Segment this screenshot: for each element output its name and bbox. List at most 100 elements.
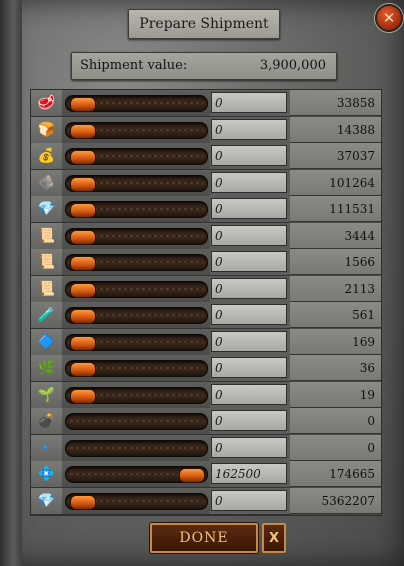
slider-knob[interactable]	[70, 229, 96, 245]
available-amount: 19	[290, 381, 381, 408]
quantity-input[interactable]: 0	[211, 489, 287, 511]
slider-knob[interactable]	[70, 282, 96, 298]
quantity-input-cell: 0	[210, 249, 290, 276]
slider-track[interactable]	[65, 121, 208, 139]
quantity-slider[interactable]	[62, 275, 210, 303]
quantity-input[interactable]: 0	[211, 92, 287, 113]
quantity-input[interactable]: 0	[211, 436, 287, 458]
slider-knob[interactable]	[70, 150, 96, 165]
available-amount: 2113	[290, 275, 381, 302]
slider-knob[interactable]	[70, 494, 96, 510]
quantity-slider[interactable]	[62, 302, 210, 329]
slider-knob[interactable]	[179, 468, 205, 483]
bread-resource-icon: 🍞	[31, 116, 63, 144]
quantity-slider[interactable]	[62, 143, 210, 170]
slider-track[interactable]	[65, 333, 208, 351]
slider-knob[interactable]	[70, 203, 96, 218]
resource-row: 💣 0 0	[31, 408, 381, 435]
shipment-value-plate: Shipment value: 3,900,000	[71, 52, 337, 80]
slider-knob[interactable]	[70, 123, 96, 139]
available-amount: 14388	[290, 116, 381, 143]
quantity-slider[interactable]	[62, 381, 210, 409]
quantity-slider[interactable]	[62, 169, 210, 197]
potion-resource-icon: 🧪	[31, 302, 63, 329]
quantity-input[interactable]: 162500	[211, 463, 287, 484]
slider-track[interactable]	[65, 280, 208, 298]
resource-row: 📜 0 1566	[31, 249, 381, 276]
quantity-input[interactable]: 0	[211, 171, 287, 193]
quantity-input[interactable]: 0	[211, 251, 287, 272]
slider-track[interactable]	[65, 174, 208, 192]
quantity-slider[interactable]	[62, 90, 210, 117]
quantity-slider[interactable]	[62, 487, 210, 515]
slider-track[interactable]	[65, 360, 208, 377]
slider-track[interactable]	[65, 148, 208, 165]
slider-track[interactable]	[65, 254, 208, 271]
quantity-input[interactable]: 0	[211, 277, 287, 299]
quantity-input[interactable]: 0	[211, 383, 287, 405]
slider-track[interactable]	[65, 466, 208, 483]
quantity-slider[interactable]	[62, 328, 210, 356]
cancel-button[interactable]: X	[262, 523, 286, 553]
quantity-input[interactable]: 0	[211, 357, 287, 378]
quantity-slider[interactable]	[62, 222, 210, 250]
slider-knob[interactable]	[70, 388, 96, 404]
slider-knob[interactable]	[70, 97, 96, 112]
quantity-input[interactable]: 0	[211, 330, 287, 352]
quantity-input[interactable]: 0	[211, 304, 287, 325]
quantity-input[interactable]: 0	[211, 224, 287, 246]
quantity-input-cell: 0	[210, 222, 290, 250]
resource-row: 💎 0 5362207	[31, 487, 381, 515]
gold-resource-icon: 💰	[31, 143, 63, 170]
done-button[interactable]: DONE	[150, 523, 258, 553]
quantity-slider[interactable]	[62, 355, 210, 382]
slider-track[interactable]	[65, 439, 208, 457]
available-amount: 0	[290, 434, 381, 461]
slider-track[interactable]	[65, 386, 208, 404]
blue-crystal-resource-icon: 🔷	[31, 328, 63, 356]
slider-knob[interactable]	[70, 176, 96, 192]
available-amount: 37037	[290, 143, 381, 169]
slider-knob[interactable]	[70, 362, 96, 377]
resource-row: 🍞 0 14388	[31, 116, 381, 144]
resource-row: 🔷 0 169	[31, 328, 381, 356]
quantity-input-cell: 162500	[210, 461, 290, 488]
close-icon[interactable]: ✕	[375, 4, 403, 32]
prepare-shipment-dialog: Prepare Shipment ✕ Shipment value: 3,900…	[0, 0, 404, 566]
slider-track[interactable]	[65, 492, 208, 510]
quantity-input-cell: 0	[210, 434, 290, 462]
available-amount: 1566	[290, 249, 381, 275]
quantity-input-cell: 0	[210, 355, 290, 382]
slider-track[interactable]	[65, 413, 208, 430]
shipment-value-label: Shipment value:	[80, 58, 188, 73]
resource-row: 💰 0 37037	[31, 143, 381, 170]
stone-resource-icon: 🪨	[31, 169, 63, 197]
slider-track[interactable]	[65, 307, 208, 324]
quantity-input[interactable]: 0	[211, 145, 287, 166]
available-amount: 33858	[290, 90, 381, 116]
available-amount: 0	[290, 408, 381, 434]
quantity-slider[interactable]	[62, 116, 210, 144]
slider-track[interactable]	[65, 95, 208, 112]
quantity-input-cell: 0	[210, 90, 290, 117]
quantity-slider[interactable]	[62, 408, 210, 435]
slider-knob[interactable]	[70, 335, 96, 351]
meat-resource-icon: 🥩	[31, 90, 63, 117]
quantity-input[interactable]: 0	[211, 410, 287, 431]
slider-knob[interactable]	[70, 256, 96, 271]
blue-gem-resource-icon: 💠	[31, 461, 63, 488]
quantity-input-cell: 0	[210, 328, 290, 356]
quantity-input[interactable]: 0	[211, 198, 287, 219]
orange-scroll-resource-icon: 📜	[31, 275, 63, 303]
quantity-slider[interactable]	[62, 434, 210, 462]
quantity-slider[interactable]	[62, 249, 210, 276]
quantity-slider[interactable]	[62, 461, 210, 488]
slider-track[interactable]	[65, 227, 208, 245]
available-amount: 169	[290, 328, 381, 355]
resource-row: 🌿 0 36	[31, 355, 381, 382]
slider-track[interactable]	[65, 201, 208, 218]
book-spine	[0, 0, 22, 566]
quantity-input[interactable]: 0	[211, 118, 287, 140]
quantity-slider[interactable]	[62, 196, 210, 223]
slider-knob[interactable]	[70, 309, 96, 324]
